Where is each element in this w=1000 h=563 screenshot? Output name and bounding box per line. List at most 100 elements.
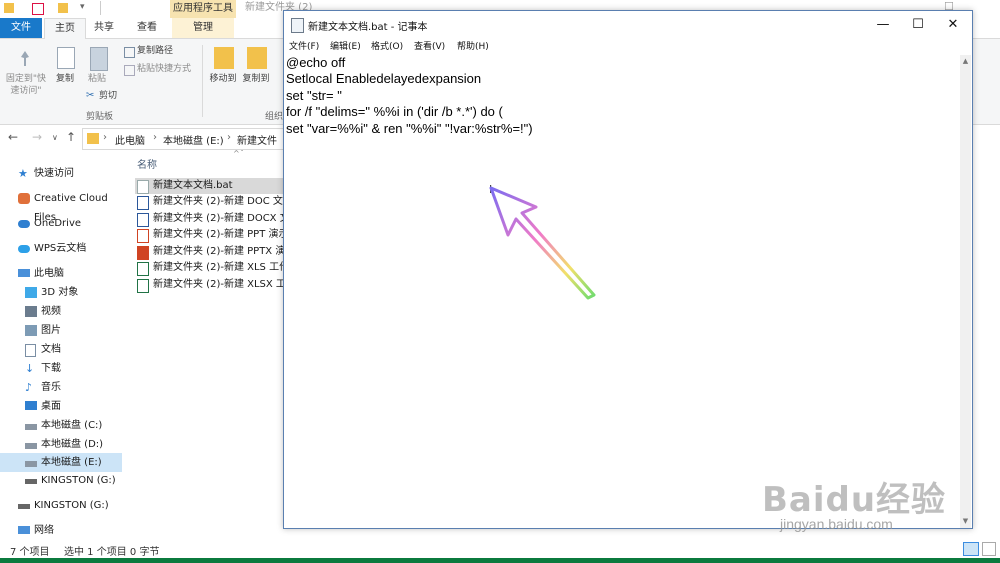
download-icon: ↓: [25, 362, 35, 375]
move-to-label[interactable]: 移动到: [206, 73, 240, 85]
large-icons-view-icon[interactable]: [982, 542, 996, 556]
nav-item-wps-cloud[interactable]: WPS云文档: [0, 239, 122, 258]
copy-icon[interactable]: [57, 47, 75, 69]
nav-item-pictures[interactable]: 图片: [0, 321, 122, 340]
forward-arrow-icon[interactable]: →: [32, 130, 42, 144]
file-item[interactable]: 新建文件夹 (2)-新建 XLSX 工作: [135, 277, 285, 293]
address-bar[interactable]: › 此电脑 › 本地磁盘 (E:) › 新建文件夹: [82, 128, 284, 162]
navigation-pane: ★ 快速访问 Creative Cloud Files OneDrive WPS…: [0, 151, 122, 537]
notepad-window: 新建文本文档.bat - 记事本 — ☐ ✕ 文件(F) 编辑(E) 格式(O)…: [283, 10, 973, 529]
notepad-title: 新建文本文档.bat - 记事本: [308, 22, 428, 33]
close-icon[interactable]: ✕: [936, 11, 970, 39]
copy-path-label[interactable]: 复制路径: [137, 45, 173, 57]
paste-icon[interactable]: [90, 47, 108, 71]
paste-shortcut-icon: [124, 65, 135, 76]
tab-home[interactable]: 主页: [44, 18, 86, 39]
nav-item-drive-e[interactable]: 本地磁盘 (E:): [0, 453, 122, 472]
drive-icon: [25, 443, 37, 449]
paste-label[interactable]: 粘贴: [82, 73, 112, 85]
taskbar-strip: [0, 558, 1000, 563]
recent-dropdown-icon[interactable]: ∨: [52, 133, 58, 142]
xls-file-icon: [137, 262, 149, 276]
menu-edit[interactable]: 编辑(E): [330, 39, 361, 55]
menu-file[interactable]: 文件(F): [289, 39, 319, 55]
file-item[interactable]: 新建文件夹 (2)-新建 DOC 文档: [135, 194, 285, 210]
breadcrumb-this-pc[interactable]: 此电脑: [115, 132, 145, 147]
move-to-icon[interactable]: [214, 47, 234, 69]
file-item[interactable]: 新建文件夹 (2)-新建 PPTX 演示: [135, 244, 285, 260]
tab-file[interactable]: 文件: [0, 18, 42, 38]
copy-to-label[interactable]: 复制到: [239, 73, 273, 85]
nav-item-desktop[interactable]: 桌面: [0, 397, 122, 416]
drive-icon: [25, 424, 37, 430]
breadcrumb-separator: ›: [227, 132, 231, 143]
tab-manage[interactable]: 管理: [172, 18, 234, 38]
nav-item-music[interactable]: ♪ 音乐: [0, 378, 122, 397]
nav-label: KINGSTON (G:): [41, 475, 116, 486]
minimize-icon[interactable]: —: [866, 11, 900, 39]
code-line: set "str= ": [286, 88, 342, 103]
nav-item-onedrive[interactable]: OneDrive: [0, 214, 122, 233]
pin-icon: [21, 51, 29, 66]
pin-quick-access-button[interactable]: [16, 49, 34, 69]
nav-item-3d-objects[interactable]: 3D 对象: [0, 283, 122, 302]
nav-item-this-pc[interactable]: 此电脑: [0, 264, 122, 283]
up-arrow-icon[interactable]: ↑: [66, 130, 76, 144]
file-item[interactable]: 新建文件夹 (2)-新建 XLS 工作表: [135, 260, 285, 276]
nav-item-creative-cloud[interactable]: Creative Cloud Files: [0, 189, 122, 223]
details-view-icon[interactable]: [963, 542, 979, 556]
copy-label[interactable]: 复制: [50, 73, 80, 85]
code-line: set "var=%%i" & ren "%%i" "!var:%str%=!"…: [286, 121, 533, 136]
tab-share[interactable]: 共享: [84, 18, 124, 38]
nav-label: 图片: [41, 325, 61, 336]
folder-icon: [87, 133, 99, 144]
file-name: 新建文本文档.bat: [153, 180, 233, 191]
breadcrumb-drive-e[interactable]: 本地磁盘 (E:): [163, 132, 224, 147]
scroll-down-icon[interactable]: ▼: [960, 517, 971, 525]
cut-label[interactable]: 剪切: [99, 90, 117, 102]
nav-item-drive-c[interactable]: 本地磁盘 (C:): [0, 416, 122, 435]
document-icon: [25, 344, 36, 357]
picture-icon: [25, 325, 37, 336]
nav-item-downloads[interactable]: ↓ 下载: [0, 359, 122, 378]
file-name: 新建文件夹 (2)-新建 DOC 文档: [153, 196, 285, 207]
nav-item-network[interactable]: 网络: [0, 521, 122, 540]
watermark-url: jingyan.baidu.com: [780, 516, 893, 532]
nav-label: 本地磁盘 (D:): [41, 439, 104, 450]
nav-item-quick-access[interactable]: ★ 快速访问: [0, 164, 122, 183]
nav-item-documents[interactable]: 文档: [0, 340, 122, 359]
nav-label: WPS云文档: [34, 243, 87, 254]
drive-icon: [25, 461, 37, 467]
vertical-scrollbar[interactable]: ▲ ▼: [960, 55, 971, 528]
copy-to-icon[interactable]: [247, 47, 267, 69]
file-item[interactable]: 新建文件夹 (2)-新建 PPT 演示文: [135, 227, 285, 243]
file-name: 新建文件夹 (2)-新建 XLSX 工作: [153, 279, 285, 290]
tab-view[interactable]: 查看: [124, 18, 170, 38]
nav-item-videos[interactable]: 视频: [0, 302, 122, 321]
nav-label: 本地磁盘 (C:): [41, 420, 103, 431]
notepad-text-area[interactable]: @echo off Setlocal Enabledelayedexpansio…: [284, 55, 960, 528]
paste-shortcut-label[interactable]: 粘贴快捷方式: [137, 63, 191, 75]
selection-info: 选中 1 个项目 0 字节: [64, 547, 160, 558]
folder-icon: [4, 3, 14, 13]
scissors-icon: ✂: [86, 90, 95, 101]
menu-view[interactable]: 查看(V): [414, 39, 445, 55]
file-item[interactable]: 新建文本文档.bat: [135, 178, 285, 194]
properties-icon[interactable]: [32, 3, 44, 15]
maximize-icon[interactable]: ☐: [901, 11, 935, 39]
menu-format[interactable]: 格式(O): [371, 39, 403, 55]
back-arrow-icon[interactable]: ←: [8, 130, 18, 144]
column-header-name[interactable]: 名称: [137, 156, 157, 171]
nav-label: 文档: [41, 344, 61, 355]
nav-item-kingston-1[interactable]: KINGSTON (G:): [0, 471, 122, 490]
file-item[interactable]: 新建文件夹 (2)-新建 DOCX 文: [135, 211, 285, 227]
code-line: Setlocal Enabledelayedexpansion: [286, 71, 482, 86]
qa-dropdown-icon[interactable]: ▾: [80, 2, 85, 12]
new-folder-icon[interactable]: [58, 3, 68, 13]
music-icon: ♪: [25, 381, 33, 394]
scroll-up-icon[interactable]: ▲: [960, 57, 971, 65]
file-name: 新建文件夹 (2)-新建 XLS 工作表: [153, 262, 285, 273]
menu-help[interactable]: 帮助(H): [457, 39, 489, 55]
nav-item-kingston-2[interactable]: KINGSTON (G:): [0, 496, 122, 515]
nav-item-drive-d[interactable]: 本地磁盘 (D:): [0, 435, 122, 454]
